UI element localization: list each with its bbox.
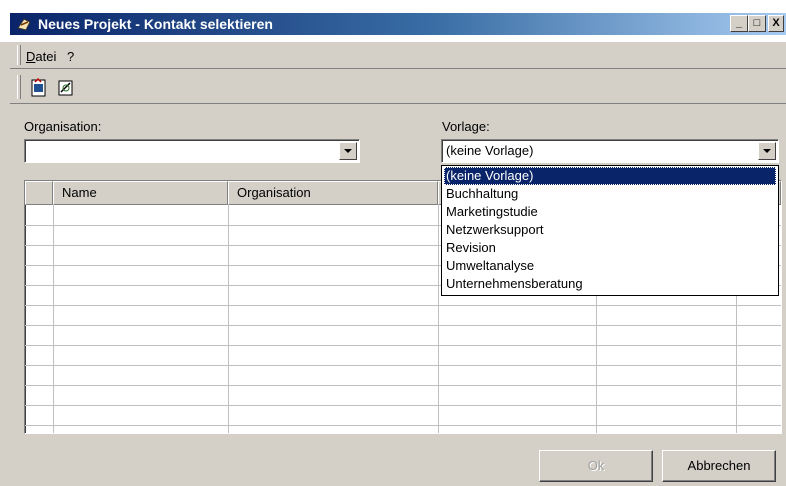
dropdown-option[interactable]: Buchhaltung (444, 185, 776, 203)
toolbar-grip (17, 75, 21, 99)
vorlage-dropdown-list[interactable]: (keine Vorlage) Buchhaltung Marketingstu… (441, 165, 779, 296)
grid-column-divider (228, 205, 229, 433)
vorlage-dropdown-button[interactable] (758, 142, 776, 160)
dropdown-option[interactable]: Marketingstudie (444, 203, 776, 221)
menu-bar (10, 42, 786, 69)
minimize-button[interactable]: _ (730, 15, 748, 32)
chevron-down-icon (763, 149, 771, 153)
organisation-label: Organisation: (24, 119, 102, 134)
dropdown-option[interactable]: Umweltanalyse (444, 257, 776, 275)
organisation-combobox[interactable] (24, 139, 360, 163)
cancel-button[interactable]: Abbrechen (662, 450, 776, 482)
grid-header-organisation[interactable]: Organisation (228, 181, 438, 205)
menu-datei-rest: atei (35, 49, 57, 64)
edit-document-icon[interactable] (56, 78, 76, 98)
grid-row-line (25, 305, 781, 306)
grid-row-line (25, 365, 781, 366)
menu-datei-mnemonic: D (26, 49, 36, 64)
grid-row-line (25, 425, 781, 426)
grid-column-divider (53, 205, 54, 433)
app-icon (17, 18, 31, 31)
menubar-grip (17, 45, 21, 65)
window-title: Neues Projekt - Kontakt selektieren (38, 16, 273, 32)
vorlage-combobox[interactable]: (keine Vorlage) (441, 139, 779, 163)
dropdown-option[interactable]: Netzwerksupport (444, 221, 776, 239)
dropdown-option[interactable]: (keine Vorlage) (444, 167, 776, 185)
grid-header-name[interactable]: Name (53, 181, 228, 205)
grid-row-line (25, 385, 781, 386)
menu-help[interactable]: ? (67, 49, 74, 64)
grid-row-line (25, 405, 781, 406)
menu-datei[interactable]: Datei (26, 49, 56, 64)
new-document-icon[interactable] (29, 78, 49, 98)
dropdown-option[interactable]: Revision (444, 239, 776, 257)
organisation-dropdown-button[interactable] (339, 142, 357, 160)
vorlage-label: Vorlage: (442, 119, 490, 134)
dropdown-option[interactable]: Unternehmensberatung (444, 275, 776, 293)
close-button[interactable]: X (768, 15, 784, 32)
grid-row-line (25, 345, 781, 346)
chevron-down-icon (344, 149, 352, 153)
vorlage-value: (keine Vorlage) (446, 143, 534, 158)
ok-button[interactable]: Ok (539, 450, 653, 482)
toolbar (10, 71, 786, 104)
grid-row-line (25, 325, 781, 326)
grid-header-selector[interactable] (25, 181, 53, 205)
grid-column-divider (438, 205, 439, 433)
maximize-button[interactable]: □ (748, 15, 766, 32)
